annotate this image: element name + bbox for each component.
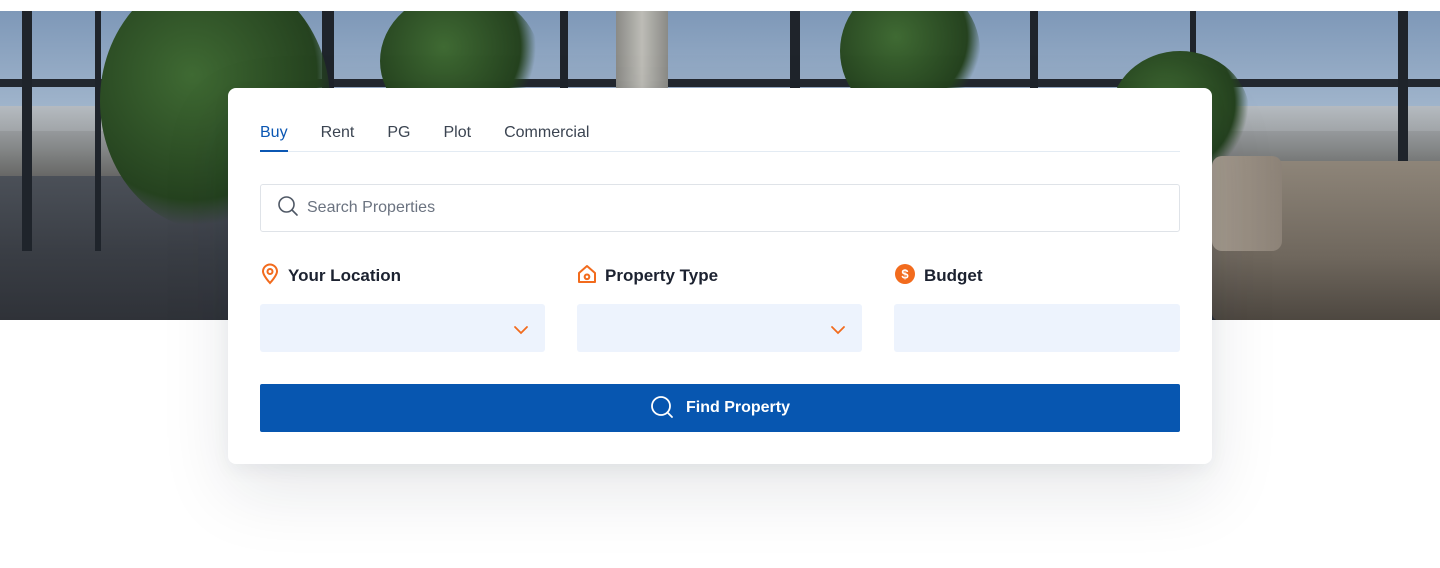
tab-commercial[interactable]: Commercial [504,124,589,151]
property-type-select[interactable] [577,304,862,352]
tab-plot[interactable]: Plot [444,124,472,151]
tab-rent[interactable]: Rent [321,124,355,151]
dollar-icon: $ [894,263,916,290]
find-property-button[interactable]: Find Property [260,384,1180,432]
location-field: Your Location [260,263,545,352]
home-icon [577,264,597,289]
property-type-field: Property Type [577,264,862,352]
search-icon [277,195,299,222]
chevron-down-icon [830,322,846,340]
location-select[interactable] [260,304,545,352]
search-icon [650,395,674,422]
search-input[interactable] [307,199,1167,217]
property-tabs: Buy Rent PG Plot Commercial [260,124,1180,152]
budget-label: Budget [924,266,983,285]
tab-pg[interactable]: PG [387,124,410,151]
location-pin-icon [260,263,280,290]
budget-input[interactable] [894,304,1180,352]
svg-text:$: $ [901,266,909,281]
chevron-down-icon [513,322,529,340]
budget-field: $ Budget [894,263,1180,352]
property-search-card: Buy Rent PG Plot Commercial Your Locatio… [228,88,1212,464]
property-type-label: Property Type [605,266,719,285]
find-property-label: Find Property [685,399,790,416]
location-label: Your Location [288,266,402,285]
search-box [260,184,1180,232]
tab-buy[interactable]: Buy [260,124,288,152]
